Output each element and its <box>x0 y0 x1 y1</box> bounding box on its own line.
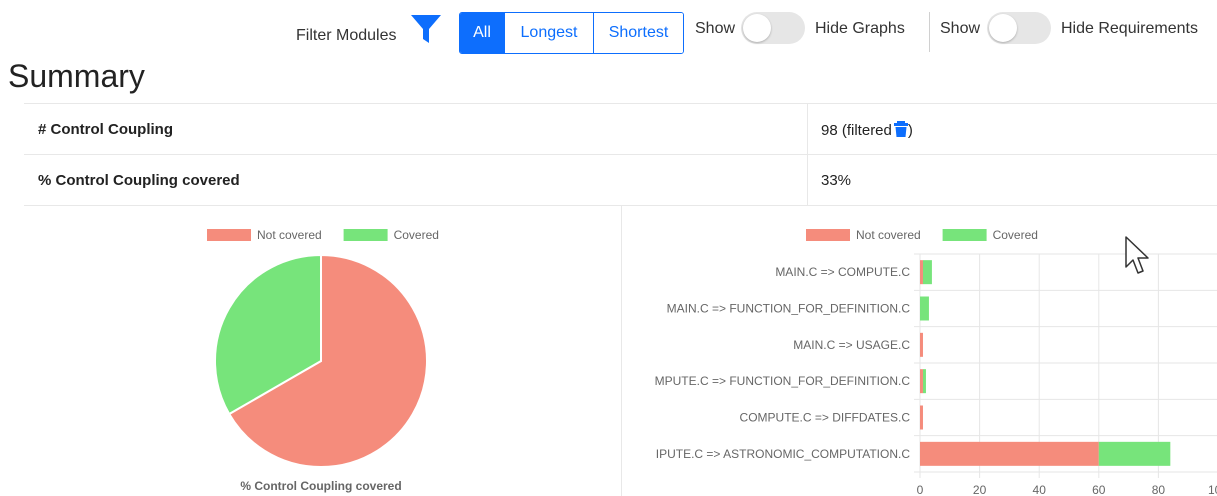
row-value: 33% <box>821 172 852 189</box>
toolbar-divider <box>929 12 930 52</box>
x-tick-label: 100 <box>1208 483 1217 496</box>
value-suffix: ) <box>907 122 913 139</box>
bar-segment-covered <box>920 296 929 321</box>
control-coupling-count: 98 (filtered <box>821 122 892 139</box>
legend-swatch <box>942 229 987 241</box>
page-title: Summary <box>8 58 145 94</box>
coverage-pie-chart: Not covered Covered % Control Coupling cov… <box>207 228 439 493</box>
filter-all-button[interactable]: All <box>460 13 504 53</box>
row-value: 98 (filtered) <box>821 121 913 141</box>
legend-swatch <box>207 229 251 241</box>
filter-button-group: All Longest Shortest <box>459 12 684 54</box>
legend-swatch <box>343 229 388 241</box>
summary-table: # Control Coupling 98 (filtered) % Contr… <box>24 103 1217 206</box>
y-category-label: MAIN.C => USAGE.C <box>793 338 910 352</box>
legend-label: Not covered <box>856 228 921 242</box>
bar-segment-not-covered <box>920 369 923 394</box>
row-label: % Control Coupling covered <box>38 172 240 189</box>
table-row: # Control Coupling 98 (filtered) <box>24 104 1217 155</box>
toggle-knob <box>743 14 771 42</box>
x-tick-label: 80 <box>1152 483 1166 496</box>
bar-segment-not-covered <box>920 441 1099 466</box>
y-category-label: MAIN.C => COMPUTE.C <box>775 265 910 279</box>
bar-segment-not-covered <box>920 332 923 357</box>
y-category-label: COMPUTE.C => DIFFDATES.C <box>740 411 911 425</box>
legend-swatch <box>806 229 850 241</box>
charts-area: Not covered Covered % Control Coupling cov… <box>24 206 1217 496</box>
x-tick-label: 40 <box>1033 483 1047 496</box>
column-divider <box>807 104 808 154</box>
hide-graphs-label: Hide Graphs <box>815 20 905 37</box>
graphs-show-label: Show <box>695 20 736 37</box>
hide-graphs-toggle[interactable] <box>741 12 805 44</box>
trash-icon[interactable] <box>893 121 908 141</box>
bar-segment-covered <box>922 369 926 394</box>
y-category-label: MPUTE.C => FUNCTION_FOR_DEFINITION.C <box>655 374 911 388</box>
toolbar: Filter Modules All Longest Shortest Show… <box>0 0 1217 62</box>
legend-label: Not covered <box>257 228 322 242</box>
y-category-label: IPUTE.C => ASTRONOMIC_COMPUTATION.C <box>656 447 911 461</box>
toggle-knob <box>989 14 1017 42</box>
mouse-pointer-icon <box>1124 235 1152 282</box>
hide-requirements-toggle[interactable] <box>987 12 1051 44</box>
bar-segment-covered <box>1098 441 1171 466</box>
bar-segment-not-covered <box>920 260 923 285</box>
bar-segment-covered <box>922 260 932 285</box>
hide-requirements-label: Hide Requirements <box>1061 20 1198 37</box>
table-row: % Control Coupling covered 33% <box>24 155 1217 206</box>
requirements-show-label: Show <box>940 20 981 37</box>
legend-label: Covered <box>394 228 439 242</box>
filter-shortest-button[interactable]: Shortest <box>593 13 683 53</box>
pie-chart-title: % Control Coupling covered <box>240 479 401 493</box>
y-category-label: MAIN.C => FUNCTION_FOR_DEFINITION.C <box>667 302 911 316</box>
filter-modules-label: Filter Modules <box>296 27 397 44</box>
row-label: # Control Coupling <box>38 121 173 138</box>
bar-segment-not-covered <box>920 405 923 430</box>
legend-label: Covered <box>993 228 1038 242</box>
x-tick-label: 0 <box>917 483 924 496</box>
x-tick-label: 20 <box>973 483 987 496</box>
x-tick-label: 60 <box>1092 483 1106 496</box>
filter-icon[interactable] <box>409 12 443 46</box>
filter-longest-button[interactable]: Longest <box>504 13 593 53</box>
column-divider <box>807 155 808 205</box>
